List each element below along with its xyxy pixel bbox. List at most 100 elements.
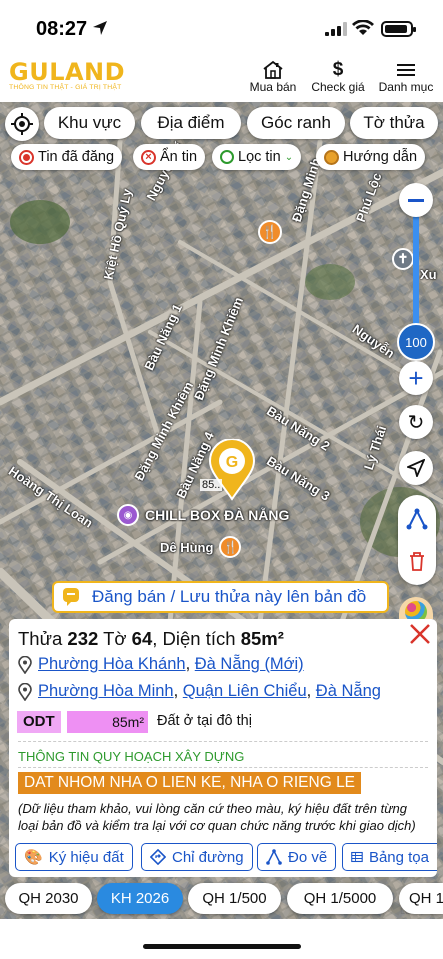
- filter-pin-icon: [220, 150, 234, 164]
- filter-area-button[interactable]: Khu vực: [44, 107, 135, 139]
- guland-logo[interactable]: GULAND THÔNG TIN THẬT - GIÁ TRỊ THẬT: [9, 58, 134, 91]
- divider: [18, 741, 428, 742]
- app-root: 08:27 GULAND THÔNG TIN THẬT - GIÁ TRỊ TH…: [0, 0, 443, 959]
- home-indicator-area: [0, 919, 443, 959]
- measure-tools-panel: [398, 495, 436, 585]
- delete-button[interactable]: [405, 549, 429, 573]
- buy-sell-button[interactable]: Mua bán: [248, 60, 298, 94]
- planning-badge: DAT NHOM NHA O LIEN KE, NHA O RIENG LE: [18, 772, 362, 794]
- save-parcel-button[interactable]: Đăng bán / Lưu thửa này lên bản đồ: [52, 581, 389, 613]
- filter-parcel-button[interactable]: Tờ thửa: [350, 107, 438, 139]
- tab-qh-1-5000[interactable]: QH 1/5000: [287, 883, 393, 914]
- hide-icon: ×: [141, 149, 156, 165]
- parcel-number: 232: [67, 628, 99, 649]
- disclaimer-note: (Dữ liệu tham khảo, vui lòng căn cứ theo…: [18, 801, 416, 833]
- guide-button[interactable]: Hướng dẫn: [316, 144, 426, 170]
- guide-label: Hướng dẫn: [343, 149, 418, 165]
- check-price-label: Check giá: [311, 80, 365, 94]
- poi-chillbox[interactable]: ◉ CHILL BOX ĐÀ NẴNG: [117, 504, 289, 526]
- parcel-marker[interactable]: G: [208, 439, 256, 501]
- status-bar: 08:27: [0, 0, 443, 56]
- zoom-out-button[interactable]: [399, 183, 433, 217]
- poi-de-hung[interactable]: Dê Hùng 🍴: [160, 536, 242, 558]
- ward-link[interactable]: Phường Hòa Minh: [38, 682, 174, 700]
- posted-listings-label: Tin đã đăng: [38, 149, 115, 165]
- land-legend-label: Ký hiệu đất: [48, 848, 124, 866]
- camera-icon: ◉: [117, 504, 139, 526]
- app-header: GULAND THÔNG TIN THẬT - GIÁ TRỊ THẬT Mua…: [0, 56, 443, 102]
- parcel-area: 85m²: [240, 628, 284, 649]
- city-link[interactable]: Đà Nẵng: [316, 682, 381, 700]
- area-prefix: , Diện tích: [152, 628, 241, 649]
- ward-link[interactable]: Phường Hòa Khánh: [38, 655, 186, 673]
- minus-icon: [408, 198, 424, 202]
- directions-icon: [150, 849, 166, 865]
- restaurant-marker[interactable]: 🍴: [258, 220, 282, 244]
- district-link[interactable]: Quận Liên Chiểu: [183, 682, 307, 700]
- sheet-prefix: Tờ: [98, 628, 132, 649]
- home-indicator[interactable]: [143, 944, 301, 949]
- crosshair-icon: [11, 113, 33, 135]
- palette-icon: [405, 601, 427, 619]
- refresh-button[interactable]: ↻: [399, 405, 433, 439]
- parcel-info-card: Thửa 232 Tờ 64, Diện tích 85m² Phường Hò…: [9, 619, 437, 877]
- cross-icon: ✝: [397, 251, 409, 266]
- menu-label: Danh mục: [378, 80, 434, 94]
- parcel-title: Thửa 232 Tờ 64, Diện tích 85m²: [18, 628, 284, 650]
- chat-bubble-icon: [63, 588, 79, 606]
- filter-corner-button[interactable]: Góc ranh: [247, 107, 345, 139]
- logo-text: GULAND: [9, 58, 126, 86]
- logo-tagline: THÔNG TIN THẬT - GIÁ TRỊ THẬT: [9, 84, 122, 91]
- measure-icon: [266, 849, 282, 865]
- filter-place-button[interactable]: Địa điểm: [141, 107, 241, 139]
- posted-listings-button[interactable]: Tin đã đăng: [11, 144, 123, 170]
- measure-draw-button[interactable]: Đo vẽ: [257, 843, 337, 871]
- church-marker[interactable]: ✝: [392, 248, 414, 270]
- tab-qh-1-500[interactable]: QH 1/500: [188, 883, 281, 914]
- check-price-button[interactable]: $ Check giá: [309, 59, 367, 94]
- table-icon: [351, 851, 363, 863]
- save-parcel-label: Đăng bán / Lưu thửa này lên bản đồ: [92, 587, 367, 606]
- trash-icon: [410, 552, 424, 571]
- city-link[interactable]: Đà Nẵng (Mới): [195, 655, 304, 673]
- coordinate-table-button[interactable]: Bảng tọa: [342, 843, 437, 871]
- sheet-number: 64: [131, 628, 153, 649]
- guide-icon: [324, 149, 339, 165]
- fork-knife-icon: 🍴: [219, 536, 242, 558]
- posted-icon: [19, 149, 34, 165]
- road-label: Xu: [420, 267, 437, 282]
- filter-listings-button[interactable]: Lọc tin ⌄: [212, 144, 302, 170]
- address-old: Phường Hòa Minh, Quận Liên Chiểu, Đà Nẵn…: [18, 682, 381, 701]
- land-legend-button[interactable]: 🎨 Ký hiệu đất: [15, 843, 133, 871]
- parcel-title-prefix: Thửa: [18, 628, 68, 649]
- marker-label: 85..: [200, 479, 223, 491]
- wifi-icon: [352, 20, 374, 35]
- chevron-down-icon: ⌄: [284, 151, 294, 163]
- menu-button[interactable]: Danh mục: [377, 60, 435, 94]
- locate-me-button[interactable]: [5, 107, 39, 141]
- land-code-badge: ODT: [17, 711, 61, 733]
- hide-listings-button[interactable]: × Ẩn tin: [133, 144, 206, 170]
- zoom-slider-knob[interactable]: 100: [397, 323, 435, 361]
- tab-qh-1[interactable]: QH 1: [399, 883, 443, 914]
- map-pin-icon: G: [208, 439, 256, 501]
- directions-label: Chỉ đường: [172, 848, 244, 866]
- measure-draw-label: Đo vẽ: [288, 848, 328, 866]
- hide-listings-label: Ẩn tin: [160, 149, 198, 165]
- tab-kh-2026[interactable]: KH 2026: [97, 883, 183, 914]
- directions-button[interactable]: Chỉ đường: [141, 843, 253, 871]
- palette-icon: 🎨: [24, 849, 43, 866]
- poi-label: Dê Hùng: [160, 539, 214, 555]
- zoom-in-button[interactable]: +: [399, 361, 433, 395]
- divider: [18, 767, 428, 768]
- tab-qh-2030[interactable]: QH 2030: [5, 883, 92, 914]
- filter-listings-label: Lọc tin: [238, 149, 281, 165]
- address-new: Phường Hòa Khánh, Đà Nẵng (Mới): [18, 655, 304, 674]
- close-icon[interactable]: [407, 621, 433, 647]
- location-arrow-icon: [93, 21, 107, 35]
- measure-button[interactable]: [405, 507, 429, 531]
- navigate-button[interactable]: [399, 451, 433, 485]
- measure-icon: [406, 508, 428, 530]
- menu-icon: [397, 64, 415, 76]
- house-icon: [263, 60, 283, 79]
